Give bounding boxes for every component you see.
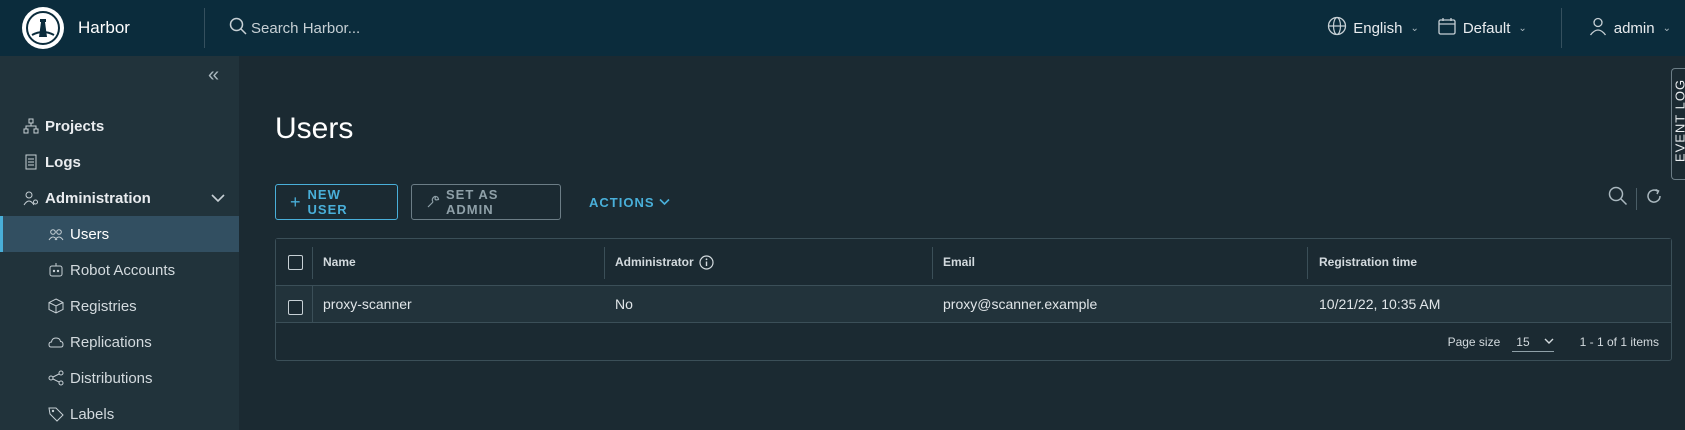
wrench-icon	[426, 195, 440, 209]
search-input[interactable]: Search Harbor...	[251, 20, 360, 37]
info-icon[interactable]	[699, 254, 714, 270]
column-header-name[interactable]: Name	[323, 239, 356, 285]
robot-icon	[48, 262, 64, 278]
page-size-value: 15	[1516, 334, 1530, 349]
app-name: Harbor	[78, 18, 130, 37]
language-label: English	[1353, 19, 1403, 37]
new-user-label: NEW USER	[307, 187, 348, 217]
page-size-label: Page size	[1447, 335, 1501, 349]
event-log-label: EVENT LOG	[1672, 78, 1685, 163]
header-divider	[1560, 8, 1562, 48]
administration-icon	[23, 190, 39, 206]
actions-label: ACTIONS	[589, 194, 655, 210]
brand[interactable]: Harbor	[0, 0, 204, 56]
sidebar: « Projects Logs Administration Users Rob…	[0, 56, 239, 430]
plus-icon: +	[290, 192, 302, 212]
grid-toolbar	[1608, 186, 1663, 211]
chevron-down-icon: ⌄	[1410, 22, 1419, 34]
search-icon	[229, 17, 247, 40]
cell-name: proxy-scanner	[323, 296, 412, 312]
user-menu[interactable]: admin ⌄	[1588, 16, 1671, 40]
select-all-checkbox[interactable]	[288, 239, 303, 285]
chevron-down-icon	[658, 198, 670, 206]
collapse-sidebar-icon[interactable]: «	[208, 64, 219, 87]
top-header: Harbor Search Harbor... English ⌄ Defaul…	[0, 0, 1685, 56]
user-icon	[1588, 16, 1608, 40]
column-separator	[312, 286, 313, 323]
chevron-down-icon: ⌄	[1518, 22, 1527, 34]
harbor-logo-icon	[22, 7, 64, 49]
column-separator[interactable]	[604, 247, 605, 279]
sidebar-item-label: Logs	[45, 153, 81, 171]
replications-icon	[48, 334, 64, 350]
sidebar-item-projects[interactable]: Projects	[0, 108, 239, 144]
users-icon	[48, 226, 64, 242]
toolbar-divider	[1636, 187, 1637, 210]
calendar-icon	[1437, 16, 1457, 40]
cell-registration-time: 10/21/22, 10:35 AM	[1319, 296, 1441, 312]
header-divider	[204, 8, 205, 48]
pagination-range: 1 - 1 of 1 items	[1579, 335, 1659, 349]
labels-icon	[48, 406, 64, 422]
sidebar-item-administration[interactable]: Administration	[0, 180, 239, 216]
chevron-down-icon: ⌄	[1662, 22, 1671, 34]
table-row[interactable]: proxy-scanner No proxy@scanner.example 1…	[276, 286, 1671, 323]
column-header-registration-time[interactable]: Registration time	[1319, 239, 1417, 285]
column-header-email[interactable]: Email	[943, 239, 975, 285]
sidebar-item-distributions[interactable]: Distributions	[0, 360, 239, 396]
sidebar-item-users[interactable]: Users	[0, 216, 239, 252]
actions-dropdown[interactable]: ACTIONS	[575, 184, 675, 220]
sidebar-item-labels[interactable]: Labels	[0, 396, 239, 430]
set-as-admin-label: SET AS ADMIN	[446, 187, 499, 217]
datetime-format-label: Default	[1462, 19, 1511, 37]
sidebar-item-logs[interactable]: Logs	[0, 144, 239, 180]
users-datagrid: Name Administrator Email Registration ti…	[275, 238, 1672, 361]
globe-icon	[1327, 16, 1347, 40]
column-header-administrator[interactable]: Administrator	[615, 239, 714, 285]
username: admin	[1613, 19, 1655, 37]
registries-icon	[48, 298, 64, 314]
chevron-down-icon	[1544, 338, 1554, 345]
projects-icon	[23, 118, 39, 134]
sidebar-item-replications[interactable]: Replications	[0, 324, 239, 360]
table-header: Name Administrator Email Registration ti…	[276, 239, 1671, 286]
column-separator[interactable]	[1307, 247, 1308, 279]
sidebar-item-label: Administration	[45, 189, 151, 207]
language-selector[interactable]: English ⌄	[1327, 16, 1419, 40]
page-title: Users	[275, 112, 354, 145]
logs-icon	[23, 154, 39, 170]
distributions-icon	[48, 370, 64, 386]
sidebar-item-label: Projects	[45, 117, 105, 135]
global-search[interactable]: Search Harbor...	[229, 17, 789, 40]
new-user-button[interactable]: + NEW USER	[275, 184, 398, 220]
set-as-admin-button[interactable]: SET AS ADMIN	[411, 184, 561, 220]
sidebar-item-registries[interactable]: Registries	[0, 288, 239, 324]
search-icon[interactable]	[1608, 186, 1628, 211]
sidebar-item-label: Robot Accounts	[70, 261, 176, 279]
datetime-format-selector[interactable]: Default ⌄	[1437, 16, 1527, 40]
main-content: Users + NEW USER SET AS ADMIN ACTIONS Na…	[239, 56, 1685, 430]
chevron-down-icon[interactable]	[211, 190, 225, 206]
column-separator[interactable]	[932, 247, 933, 279]
sidebar-item-label: Replications	[70, 333, 152, 351]
cell-administrator: No	[615, 296, 633, 312]
sidebar-item-label: Users	[70, 225, 110, 243]
sidebar-item-robot-accounts[interactable]: Robot Accounts	[0, 252, 239, 288]
sidebar-item-label: Registries	[70, 297, 137, 315]
column-separator	[312, 247, 313, 279]
sidebar-item-label: Labels	[70, 405, 115, 423]
cell-email: proxy@scanner.example	[943, 296, 1098, 312]
event-log-tab[interactable]: EVENT LOG	[1671, 68, 1685, 180]
sidebar-item-label: Distributions	[70, 369, 153, 387]
row-checkbox[interactable]	[288, 286, 303, 322]
page-size-select[interactable]: 15	[1512, 333, 1554, 352]
column-header-label: Administrator	[615, 255, 694, 269]
refresh-icon[interactable]	[1645, 187, 1663, 210]
header-right: English ⌄ Default ⌄ admin ⌄	[1327, 0, 1685, 56]
datagrid-footer: Page size 15 1 - 1 of 1 items	[276, 324, 1671, 360]
